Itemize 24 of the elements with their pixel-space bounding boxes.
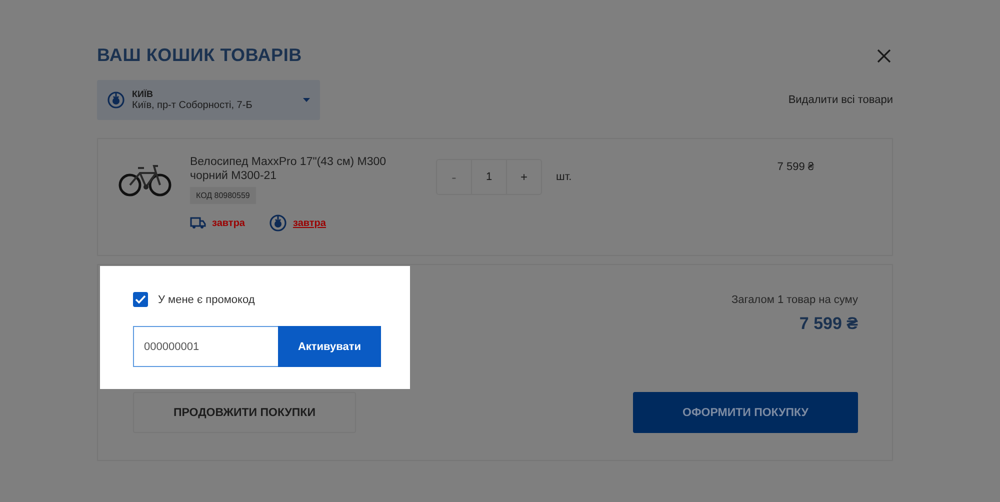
pickup-date-link[interactable]: завтра [292,218,326,228]
chevron-down-icon [303,98,310,102]
total-label: Загалом 1 товар на суму [732,294,858,306]
location-pin-icon [107,91,125,109]
store-selector[interactable]: КИЇВ Київ, пр-т Соборності, 7-Б [97,80,320,120]
increase-button[interactable]: + [507,160,541,194]
delivery-date: завтра [212,218,245,228]
truck-icon [190,217,206,229]
cart-title: ВАШ КОШИК ТОВАРІВ [97,45,302,66]
continue-shopping-button[interactable]: ПРОДОВЖИТИ ПОКУПКИ [133,392,356,433]
close-icon[interactable] [877,48,891,62]
checkout-button[interactable]: ОФОРМИТИ ПОКУПКУ [633,392,858,433]
item-price: 7 599 ₴ [777,161,814,173]
quantity-field[interactable]: 1 [471,160,507,194]
activate-button[interactable]: Активувати [278,326,381,367]
promo-code-field[interactable]: 000000001 [133,326,278,367]
product-code: КОД 80980559 [190,187,256,204]
total-price: 7 599 ₴ [799,314,858,334]
promo-checkbox[interactable] [133,292,148,307]
location-pin-icon [268,214,287,232]
product-name[interactable]: Велосипед MaxxPro 17"(43 см) M300 чорний M300-21 [190,155,420,183]
remove-all-link[interactable]: Видалити всі товари [788,94,893,106]
unit-label: шт. [556,171,572,183]
promo-label[interactable]: У мене є промокод [158,294,255,306]
